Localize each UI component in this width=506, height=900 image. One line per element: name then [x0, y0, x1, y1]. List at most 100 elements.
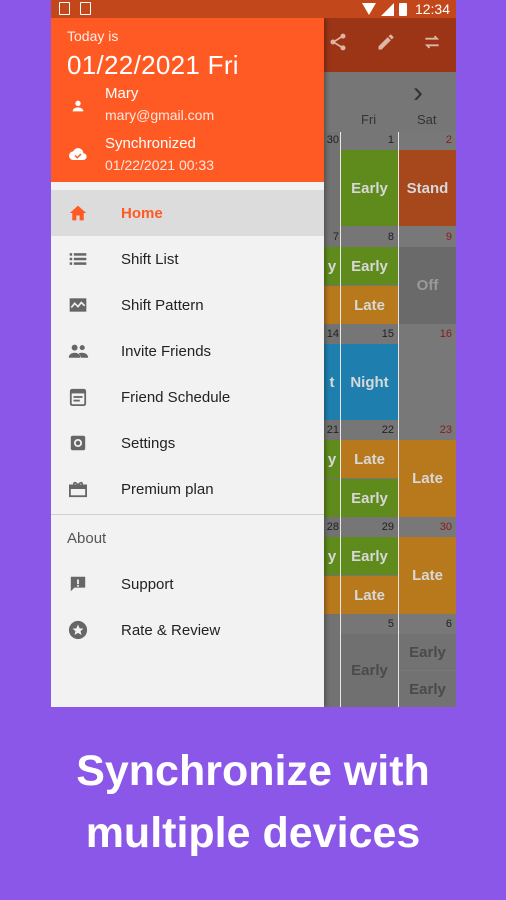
today-label: Today is: [67, 28, 119, 44]
shift-cell-night[interactable]: Night: [341, 344, 398, 420]
shift-label: Early: [409, 643, 446, 661]
calendar-day: 15: [381, 328, 394, 340]
shift-label: Early: [351, 179, 388, 197]
navigation-drawer: Today is 01/22/2021 Fri Mary mary@gmail.…: [51, 18, 324, 707]
sync-time: 01/22/2021 00:33: [105, 157, 214, 173]
menu-item-premium-plan[interactable]: Premium plan: [51, 466, 324, 512]
share-icon[interactable]: [328, 32, 348, 58]
calendar-icon: [67, 387, 89, 407]
calendar-day: 8: [387, 231, 394, 243]
calendar-day: 30: [439, 521, 452, 533]
swap-icon[interactable]: [422, 32, 442, 58]
calendar-day: 16: [439, 328, 452, 340]
shift-label: Early: [351, 489, 388, 507]
shift-label: Late: [412, 567, 443, 584]
next-month-chevron-icon[interactable]: ›: [413, 76, 423, 110]
calendar-day: 7: [332, 231, 339, 243]
shift-cell-early[interactable]: Early: [399, 634, 456, 670]
shift-cell-early[interactable]: Early: [341, 634, 398, 707]
shift-label: Late: [354, 450, 385, 468]
shift-cell-partial[interactable]: [324, 479, 340, 517]
calendar-day: 9: [445, 231, 452, 243]
menu-item-label: Rate & Review: [121, 621, 221, 639]
drawer-menu: Home Shift List Shift Pattern Invite Fri…: [51, 190, 324, 653]
person-icon: [69, 97, 87, 115]
caption-line-2: multiple devices: [85, 809, 421, 857]
shift-cell-early[interactable]: Early: [341, 537, 398, 575]
shift-label: Late: [412, 470, 443, 487]
shift-cell-partial[interactable]: [324, 576, 340, 614]
shift-cell-partial[interactable]: y: [324, 440, 340, 478]
shift-cell-early[interactable]: Early: [341, 247, 398, 285]
calendar-day: 30: [326, 134, 339, 146]
shift-cell-early[interactable]: Early: [341, 479, 398, 517]
about-section-label: About: [67, 529, 107, 547]
feedback-icon: [67, 574, 89, 594]
shift-label: y: [327, 257, 337, 275]
sync-status: Synchronized: [105, 135, 196, 152]
shift-cell-off[interactable]: Off: [399, 247, 456, 324]
shift-cell-partial[interactable]: y: [324, 537, 340, 575]
gift-icon: [67, 479, 89, 499]
day-name-sat: Sat: [417, 112, 437, 127]
menu-item-settings[interactable]: Settings: [51, 420, 324, 466]
menu-item-label: Premium plan: [121, 480, 214, 498]
calendar-day: 23: [439, 424, 452, 436]
calendar-day: 5: [387, 618, 394, 630]
menu-item-invite-friends[interactable]: Invite Friends: [51, 328, 324, 374]
menu-item-label: Friend Schedule: [121, 388, 231, 406]
shift-cell-late[interactable]: Late: [399, 537, 456, 614]
shift-label: Off: [416, 277, 439, 294]
calendar-day: 6: [445, 618, 452, 630]
shift-label: Early: [409, 680, 446, 698]
battery-icon: [398, 2, 407, 16]
status-bar: 12:34: [51, 0, 456, 18]
promo-caption: Synchronize with multiple devices: [0, 740, 506, 864]
menu-item-label: Support: [121, 575, 174, 593]
shift-label: Late: [354, 296, 385, 314]
shift-cell-late[interactable]: Late: [341, 576, 398, 614]
shift-cell-early[interactable]: Early: [341, 150, 398, 226]
shift-label: Late: [354, 586, 385, 604]
shift-cell-stand[interactable]: Stand: [399, 150, 456, 226]
calendar-day: 21: [326, 424, 339, 436]
menu-item-shift-pattern[interactable]: Shift Pattern: [51, 282, 324, 328]
shift-cell-late[interactable]: Late: [399, 440, 456, 517]
shift-cell-late[interactable]: Late: [341, 286, 398, 324]
menu-item-support[interactable]: Support: [51, 561, 324, 607]
cloud-done-icon: [69, 145, 87, 163]
shift-cell-partial[interactable]: y: [324, 247, 340, 285]
image-notification-icon: [59, 2, 70, 15]
edit-icon[interactable]: [376, 32, 396, 58]
shift-cell-late[interactable]: Late: [341, 440, 398, 478]
shift-cell-partial[interactable]: [324, 286, 340, 324]
day-name-fri: Fri: [361, 112, 377, 127]
today-date: 01/22/2021 Fri: [67, 50, 239, 80]
shift-label: Night: [350, 373, 389, 391]
menu-item-label: Settings: [121, 434, 176, 452]
calendar-day: 22: [381, 424, 394, 436]
shift-cell-partial[interactable]: t: [324, 344, 340, 420]
calendar-day: 1: [387, 134, 394, 146]
calendar-day: 14: [326, 328, 339, 340]
shift-label: t: [329, 373, 335, 391]
menu-item-shift-list[interactable]: Shift List: [51, 236, 324, 282]
menu-item-rate-review[interactable]: Rate & Review: [51, 607, 324, 653]
menu-item-friend-schedule[interactable]: Friend Schedule: [51, 374, 324, 420]
drawer-header: Today is 01/22/2021 Fri Mary mary@gmail.…: [51, 18, 324, 182]
shift-cell-early[interactable]: Early: [399, 671, 456, 707]
shift-label: Early: [351, 662, 388, 679]
shift-label: y: [327, 450, 337, 468]
people-icon: [67, 341, 89, 361]
pattern-icon: [67, 295, 89, 315]
calendar-grid: 30 1 2 Early Stand 7 8 9 y Early Late Of…: [324, 132, 456, 707]
menu-item-label: Shift Pattern: [121, 296, 204, 314]
menu-item-label: Shift List: [121, 250, 179, 268]
menu-item-home[interactable]: Home: [51, 190, 324, 236]
shift-label: Stand: [406, 179, 449, 197]
status-time: 12:34: [414, 1, 450, 17]
shift-label: Early: [351, 257, 388, 275]
phone-screen: 12:34 › Fri Sat 30 1 2 Early Stand 7 8 9…: [51, 0, 456, 707]
calendar-day: 28: [326, 521, 339, 533]
download-notification-icon: [80, 2, 91, 15]
